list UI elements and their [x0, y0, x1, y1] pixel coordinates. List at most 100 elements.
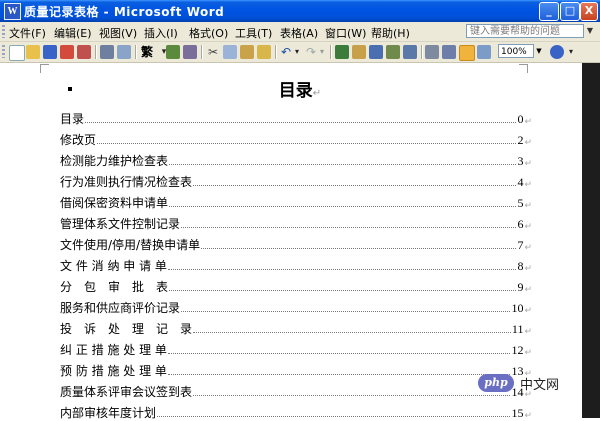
toc-entry-page: 4 — [517, 175, 524, 189]
columns-icon[interactable] — [403, 45, 417, 59]
tables-borders-icon[interactable] — [352, 45, 366, 59]
spelling-icon[interactable] — [166, 45, 180, 59]
toolbar-grip[interactable] — [2, 45, 5, 58]
toc-entry[interactable]: 行为准则执行情况检查表 4 ↵ — [60, 169, 532, 190]
toc-leader-dots — [193, 395, 511, 396]
toc-entry-page: 2 — [517, 133, 524, 147]
toc-leader-dots — [167, 353, 511, 354]
help-search-input[interactable]: 键入需要帮助的问题 — [466, 24, 584, 38]
paragraph-mark: ↵ — [524, 285, 532, 295]
undo-dropdown-icon[interactable]: ▾ — [293, 45, 301, 59]
toc-entry-label: 预 防 措 施 处 理 单 — [60, 364, 167, 378]
toc-entry[interactable]: 文 件 消 纳 申 请 单 8 ↵ — [60, 253, 532, 274]
insert-table-icon[interactable] — [369, 45, 383, 59]
toc-entry[interactable]: 服务和供应商评价记录 10 ↵ — [60, 295, 532, 316]
toc-leader-dots — [181, 227, 517, 228]
toc-entry[interactable]: 目录 0 ↵ — [60, 106, 532, 127]
document-title-text: 目录 — [278, 81, 313, 101]
toc-entry[interactable]: 管理体系文件控制记录 6 ↵ — [60, 211, 532, 232]
minimize-button[interactable]: _ — [539, 2, 559, 21]
menu-window[interactable]: 窗口(W) — [325, 25, 366, 41]
toolbar-separator — [421, 45, 423, 59]
print-icon[interactable] — [100, 45, 114, 59]
menu-insert[interactable]: 插入(I) — [144, 25, 178, 41]
save-icon[interactable] — [43, 45, 57, 59]
menu-grip[interactable] — [2, 25, 5, 38]
zoom-select[interactable]: 100% — [498, 44, 534, 58]
drawing-icon[interactable] — [425, 45, 439, 59]
insert-excel-icon[interactable] — [386, 45, 400, 59]
toc-leader-dots — [169, 206, 517, 207]
copy-icon[interactable] — [223, 45, 237, 59]
paragraph-mark: ↵ — [524, 138, 532, 148]
menu-view[interactable]: 视图(V) — [99, 25, 137, 41]
paragraph-mark: ↵ — [524, 348, 532, 358]
read-icon[interactable] — [477, 45, 491, 59]
menu-help[interactable]: 帮助(H) — [371, 25, 410, 41]
open-folder-icon[interactable] — [26, 45, 40, 59]
pdf-icon[interactable] — [77, 45, 91, 59]
toc-entry-label: 目录 — [60, 112, 85, 126]
toc-entry-label: 管理体系文件控制记录 — [60, 217, 181, 231]
permission-icon[interactable] — [60, 45, 74, 59]
paragraph-mark: ↵ — [524, 201, 532, 211]
toc-entry[interactable]: 借阅保密资料申请单 5 ↵ — [60, 190, 532, 211]
toc-entry-page: 10 — [511, 301, 524, 315]
toc-entry-label: 纠 正 措 施 处 理 单 — [60, 343, 167, 357]
paragraph-mark: ↵ — [524, 222, 532, 232]
show-hide-marks-icon[interactable] — [459, 45, 475, 61]
format-painter-icon[interactable] — [257, 45, 271, 59]
window-title: 质量记录表格 - Microsoft Word — [24, 5, 225, 19]
redo-icon[interactable]: ↷ — [304, 45, 318, 59]
close-button[interactable]: X — [580, 2, 598, 21]
hyperlink-icon[interactable] — [335, 45, 349, 59]
menu-file[interactable]: 文件(F) — [9, 25, 46, 41]
toc-entry-page: 6 — [517, 217, 524, 231]
redo-dropdown-icon[interactable]: ▾ — [318, 45, 326, 59]
help-icon[interactable] — [550, 45, 564, 59]
toc-entry[interactable]: 投 诉 处 理 记 录 11 ↵ — [60, 316, 532, 337]
toc-leader-dots — [193, 332, 511, 333]
word-app-icon[interactable]: W — [4, 3, 21, 20]
menu-format[interactable]: 格式(O) — [189, 25, 228, 41]
toc-entry-page: 5 — [517, 196, 524, 210]
toc-entry-page: 3 — [517, 154, 524, 168]
toc-entry[interactable]: 修改页 2 ↵ — [60, 127, 532, 148]
toolbar-separator — [95, 45, 97, 59]
menu-table[interactable]: 表格(A) — [280, 25, 318, 41]
toc-entry[interactable]: 质量体系评审会议签到表 14 ↵ — [60, 379, 532, 400]
toc-entry-page: 9 — [517, 280, 524, 294]
traditional-chinese-button[interactable]: 繁 — [139, 45, 155, 59]
toc-leader-dots — [201, 248, 517, 249]
toc-entry-label: 文 件 消 纳 申 请 单 — [60, 259, 167, 273]
paragraph-mark: ↵ — [524, 117, 532, 127]
toc-entry[interactable]: 文件使用/停用/替换申请单 7 ↵ — [60, 232, 532, 253]
toolbar-separator — [275, 45, 277, 59]
toc-entry[interactable]: 预 防 措 施 处 理 单 13 ↵ — [60, 358, 532, 379]
toolbar-options-icon[interactable]: ▾ — [567, 45, 575, 59]
toc-entry[interactable]: 纠 正 措 施 处 理 单 12 ↵ — [60, 337, 532, 358]
toc-entry[interactable]: 分 包 审 批 表 9 ↵ — [60, 274, 532, 295]
toc-leader-dots — [157, 416, 511, 417]
print-preview-icon[interactable] — [117, 45, 131, 59]
undo-icon[interactable]: ↶ — [279, 45, 293, 59]
zoom-dropdown-icon[interactable]: ▼ — [534, 44, 544, 58]
paste-icon[interactable] — [240, 45, 254, 59]
cut-icon[interactable]: ✂ — [206, 45, 220, 59]
paragraph-mark: ↵ — [524, 180, 532, 190]
maximize-button[interactable]: □ — [560, 2, 580, 21]
document-map-icon[interactable] — [442, 45, 456, 59]
toc-entry-label: 检测能力维护检查表 — [60, 154, 169, 168]
right-dark-panel — [582, 63, 600, 418]
watermark-text: 中文网 — [520, 378, 560, 393]
help-dropdown-icon[interactable]: ▼ — [584, 24, 596, 38]
toc-entry-page: 11 — [511, 322, 524, 336]
research-icon[interactable] — [183, 45, 197, 59]
toc-entry-page: 8 — [517, 259, 524, 273]
menu-bar: 文件(F) 编辑(E) 视图(V) 插入(I) 格式(O) 工具(T) 表格(A… — [0, 22, 600, 42]
menu-tools[interactable]: 工具(T) — [235, 25, 272, 41]
new-document-icon[interactable] — [9, 45, 25, 61]
menu-edit[interactable]: 编辑(E) — [54, 25, 92, 41]
page-corner-mark — [519, 64, 528, 73]
toc-entry[interactable]: 检测能力维护检查表 3 ↵ — [60, 148, 532, 169]
